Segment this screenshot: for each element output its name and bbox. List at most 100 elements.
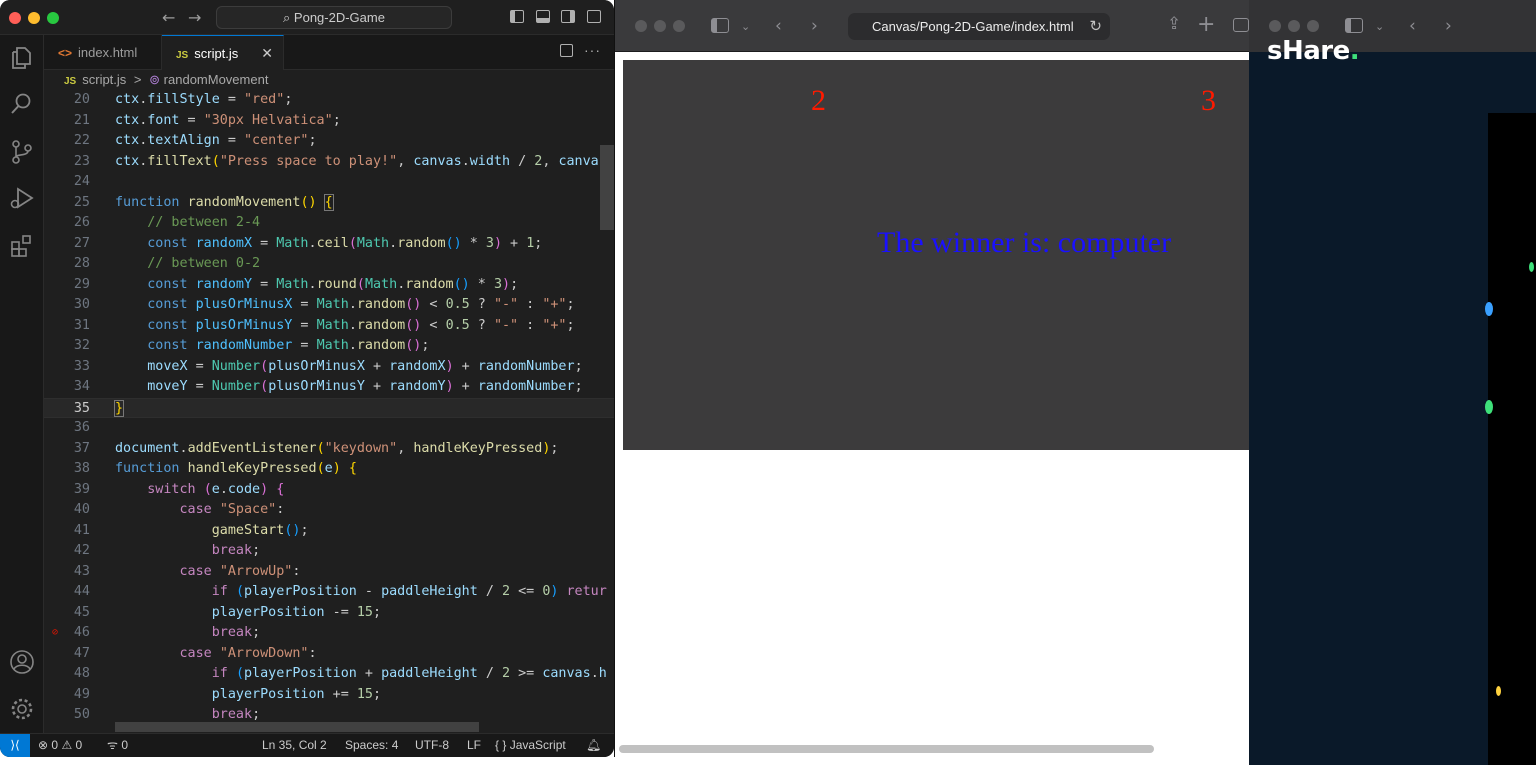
close-window-button[interactable] (635, 20, 647, 32)
code-line[interactable]: function handleKeyPressed(e) { (115, 459, 357, 480)
status-bar: ⟩⟨ ⊗ 0 ⚠ 0 ᯤ 0 Ln 35, Col 2 Spaces: 4 UT… (0, 733, 614, 757)
ports-indicator[interactable]: ᯤ 0 (107, 734, 128, 756)
forward-icon[interactable]: › (1445, 16, 1452, 36)
code-line[interactable]: playerPosition -= 15; (115, 603, 381, 624)
toggle-secondary-sidebar-icon[interactable] (561, 10, 575, 23)
indentation[interactable]: Spaces: 4 (345, 734, 398, 756)
code-line[interactable]: document.addEventListener("keydown", han… (115, 439, 558, 460)
remote-indicator-icon[interactable]: ⟩⟨ (0, 734, 30, 757)
chevron-down-icon[interactable]: ⌄ (1375, 20, 1384, 33)
code-editor[interactable]: 20 ctx.fillStyle = "red"; 21 ctx.font = "3… (44, 90, 614, 733)
toggle-panel-icon[interactable] (536, 10, 550, 23)
tab-overview-icon[interactable] (1233, 18, 1249, 32)
code-line[interactable]: case "ArrowDown": (115, 644, 317, 665)
problems-indicator[interactable]: ⊗ 0 ⚠ 0 (38, 734, 82, 756)
code-line[interactable]: // between 2-4 (115, 213, 260, 234)
code-line[interactable]: } (113, 399, 125, 420)
address-bar[interactable]: Canvas/Pong-2D-Game/index.html ↻ (848, 13, 1110, 40)
minimize-window-button[interactable] (654, 20, 666, 32)
customize-layout-icon[interactable] (587, 10, 601, 23)
zoom-window-button[interactable] (1307, 20, 1319, 32)
minimize-window-button[interactable] (28, 12, 40, 24)
safari-toolbar: ⌄ ‹ › Canvas/Pong-2D-Game/index.html ↻ ⇪… (615, 0, 1254, 52)
explorer-icon[interactable] (9, 45, 35, 71)
chevron-down-icon[interactable]: ⌄ (741, 20, 750, 33)
braces-icon: { } (495, 738, 507, 752)
horizontal-scrollbar[interactable] (619, 745, 1154, 753)
vertical-scrollbar[interactable] (600, 145, 614, 230)
sidebar-icon[interactable] (711, 18, 729, 33)
reload-icon[interactable]: ↻ (1089, 13, 1102, 40)
close-window-button[interactable] (1269, 20, 1281, 32)
manage-gear-icon[interactable] (9, 696, 35, 722)
game-canvas[interactable]: 2 3 The winner is: computer (623, 60, 1254, 450)
notifications-bell-icon[interactable]: 🔔︎ (586, 734, 601, 756)
toggle-primary-sidebar-icon[interactable] (510, 10, 524, 23)
code-line[interactable]: const plusOrMinusY = Math.random() < 0.5… (115, 316, 574, 337)
code-line[interactable]: playerPosition += 15; (115, 685, 381, 706)
line-number: 30 (73, 297, 90, 312)
code-line[interactable]: if (playerPosition - paddleHeight / 2 <=… (115, 582, 607, 603)
line-number: 33 (73, 358, 90, 374)
code-line[interactable]: const randomNumber = Math.random(); (115, 336, 429, 357)
breadcrumb-file[interactable]: script.js (82, 72, 126, 87)
code-line[interactable]: gameStart(); (115, 521, 309, 542)
code-line[interactable]: ctx.fillStyle = "red"; (115, 90, 292, 111)
code-line[interactable]: case "Space": (115, 500, 285, 521)
vscode-window: ← → ⌕ Pong-2D-Game <> index.html JS script… (0, 0, 614, 757)
extensions-icon[interactable] (9, 233, 35, 259)
horizontal-scrollbar[interactable] (115, 722, 479, 732)
new-tab-icon[interactable]: + (1197, 12, 1215, 37)
tab-script-js[interactable]: JS script.js ✕ (162, 35, 284, 70)
zoom-window-button[interactable] (47, 12, 59, 24)
tab-index-html[interactable]: <> index.html (44, 35, 162, 70)
run-and-debug-icon[interactable] (9, 185, 35, 211)
zoom-window-button[interactable] (673, 20, 685, 32)
code-line[interactable]: const plusOrMinusX = Math.random() < 0.5… (115, 295, 574, 316)
source-control-icon[interactable] (9, 139, 35, 165)
minimize-window-button[interactable] (1288, 20, 1300, 32)
code-line[interactable]: switch (e.code) { (115, 480, 284, 501)
code-line[interactable]: ctx.fillText("Press space to play!", can… (115, 152, 607, 173)
command-center-search[interactable]: ⌕ Pong-2D-Game (216, 6, 452, 29)
code-line[interactable]: const randomY = Math.round(Math.random()… (115, 275, 518, 296)
line-number: 32 (73, 338, 90, 353)
code-line[interactable]: moveY = Number(plusOrMinusY + randomY) +… (115, 377, 582, 398)
sidebar-icon[interactable] (1345, 18, 1363, 33)
close-tab-icon[interactable]: ✕ (261, 36, 273, 71)
code-line[interactable]: const randomX = Math.ceil(Math.random() … (115, 234, 542, 255)
line-number: 50 (73, 707, 90, 722)
code-line[interactable]: // between 0-2 (115, 254, 260, 275)
end-of-line[interactable]: LF (467, 734, 481, 756)
dark-content-panel (1488, 113, 1536, 765)
close-window-button[interactable] (9, 12, 21, 24)
line-number: 41 (73, 522, 90, 538)
line-number: 47 (73, 645, 90, 661)
code-line[interactable]: ctx.textAlign = "center"; (115, 131, 317, 152)
back-icon[interactable]: ‹ (775, 16, 782, 36)
code-line[interactable]: moveX = Number(plusOrMinusX + randomX) +… (115, 357, 582, 378)
safari-window: ⌄ ‹ › Canvas/Pong-2D-Game/index.html ↻ ⇪… (614, 0, 1254, 757)
winner-message: The winner is: computer (877, 226, 1172, 259)
forward-icon[interactable]: › (811, 16, 818, 36)
code-line[interactable]: function randomMovement() { (115, 193, 334, 214)
code-line[interactable]: if (playerPosition + paddleHeight / 2 >=… (115, 664, 607, 685)
forward-arrow-icon[interactable]: → (188, 8, 201, 27)
accounts-icon[interactable] (9, 649, 35, 675)
cursor-position[interactable]: Ln 35, Col 2 (262, 734, 327, 756)
back-icon[interactable]: ‹ (1409, 16, 1416, 36)
code-line[interactable]: ctx.font = "30px Helvatica"; (115, 111, 341, 132)
line-number: 36 (73, 420, 90, 435)
code-line[interactable]: break; (115, 541, 260, 562)
more-actions-icon[interactable]: ··· (584, 42, 601, 58)
search-icon: ⌕ (283, 10, 294, 25)
split-editor-icon[interactable] (560, 44, 573, 57)
code-line[interactable]: break; (115, 623, 260, 644)
language-mode[interactable]: { } JavaScript (495, 734, 566, 756)
encoding[interactable]: UTF-8 (415, 734, 449, 756)
search-icon[interactable] (9, 91, 35, 117)
share-icon[interactable]: ⇪ (1167, 14, 1181, 34)
breadcrumb-symbol[interactable]: randomMovement (164, 72, 269, 87)
back-arrow-icon[interactable]: ← (162, 8, 175, 27)
code-line[interactable]: case "ArrowUp": (115, 562, 301, 583)
